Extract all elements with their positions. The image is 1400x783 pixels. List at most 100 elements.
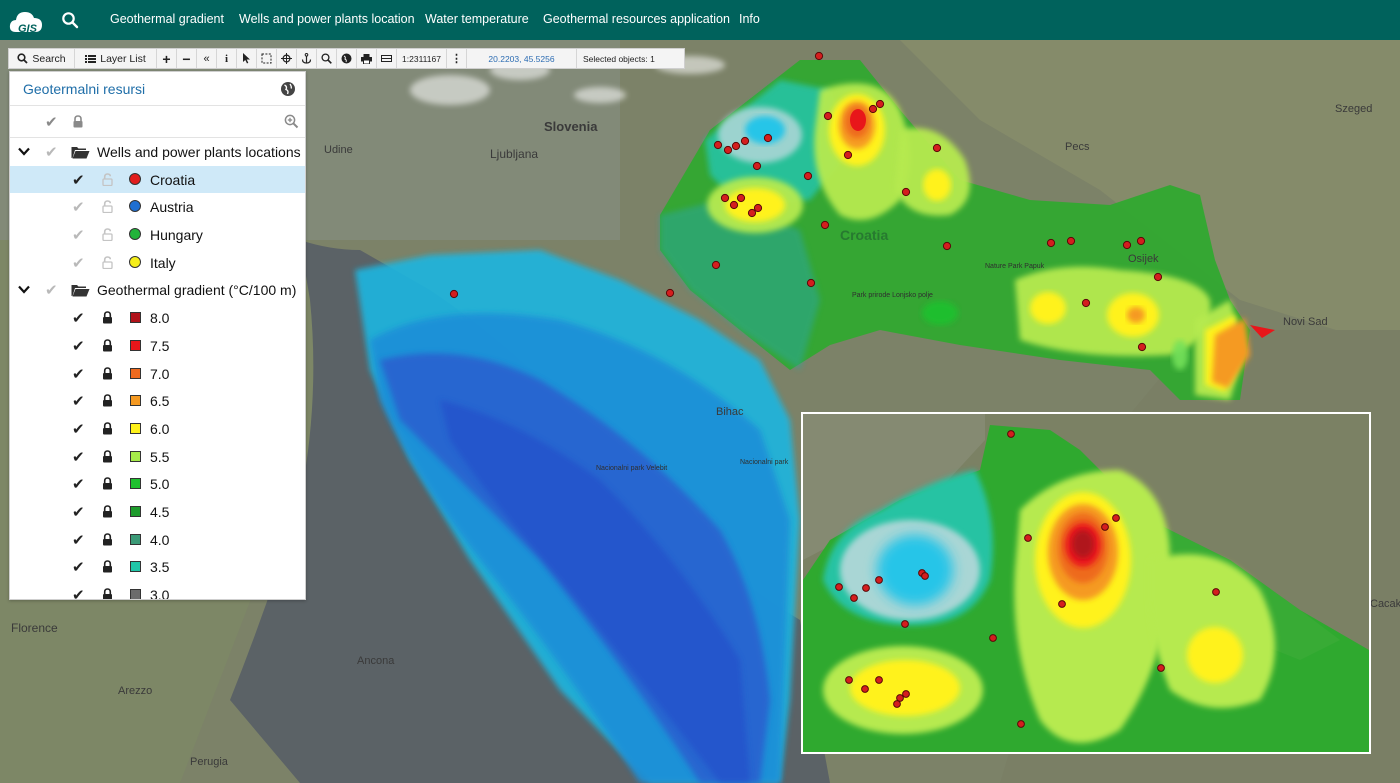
lock-icon[interactable] [102, 477, 113, 493]
visibility-check-icon[interactable]: ✔ [72, 533, 85, 548]
lock-all-icon[interactable] [72, 115, 84, 128]
visibility-check-icon[interactable]: ✔ [72, 311, 85, 326]
lock-icon[interactable] [102, 394, 113, 410]
zoom-out-button[interactable]: − [177, 49, 197, 68]
logo-text: GIS [18, 23, 37, 35]
layer-item-label: 5.0 [150, 476, 170, 493]
chevron-down-icon[interactable] [18, 285, 30, 295]
nav-water-temperature[interactable]: Water temperature [425, 12, 529, 26]
anchor-button[interactable] [297, 49, 317, 68]
label-arezzo: Arezzo [118, 685, 152, 697]
inset-zoom-map[interactable] [801, 412, 1371, 754]
label-croatia: Croatia [840, 227, 888, 243]
lock-icon[interactable] [102, 339, 113, 355]
measure-button[interactable] [377, 49, 397, 68]
label-park-papuk: Nature Park Papuk [985, 263, 1045, 270]
layer-item-label: 5.5 [150, 448, 170, 465]
lock-icon[interactable] [102, 505, 113, 521]
gis-logo[interactable]: GIS [8, 6, 44, 36]
visibility-check-icon[interactable]: ✔ [72, 422, 85, 437]
globe-icon[interactable] [280, 81, 296, 97]
group-visibility-check-icon[interactable]: ✔ [45, 283, 58, 298]
layer-item-5-5[interactable]: ✔ 5.5 [10, 443, 305, 471]
layer-item-3-5[interactable]: ✔ 3.5 [10, 553, 305, 581]
lock-icon[interactable] [102, 422, 113, 438]
collapse-button[interactable]: « [197, 49, 217, 68]
layer-item-austria[interactable]: ✔ Austria [10, 193, 305, 221]
layer-item-5-0[interactable]: ✔ 5.0 [10, 470, 305, 498]
visibility-check-icon[interactable]: ✔ [72, 256, 85, 271]
layer-item-7-0[interactable]: ✔ 7.0 [10, 360, 305, 388]
layer-item-label: 7.0 [150, 365, 170, 382]
layer-item-7-5[interactable]: ✔ 7.5 [10, 332, 305, 360]
more-options-button[interactable]: ⋮ [447, 49, 467, 68]
nav-info[interactable]: Info [739, 12, 760, 26]
group-visibility-check-icon[interactable]: ✔ [45, 145, 58, 160]
layer-group-wells[interactable]: ✔ Wells and power plants locations [10, 138, 305, 166]
lock-icon[interactable] [102, 366, 113, 383]
label-velebit: Nacionalni park Velebit [596, 465, 667, 472]
visibility-check-icon[interactable]: ✔ [72, 339, 85, 354]
label-osijek: Osijek [1128, 253, 1159, 265]
basemap-button[interactable] [337, 49, 357, 68]
visibility-check-icon[interactable]: ✔ [72, 394, 85, 409]
layer-item-hungary[interactable]: ✔ Hungary [10, 221, 305, 249]
unlock-icon[interactable] [102, 172, 113, 189]
locate-button[interactable] [277, 49, 297, 68]
layer-item-label: Austria [150, 199, 194, 216]
print-button[interactable] [357, 49, 377, 68]
unlock-icon[interactable] [102, 200, 113, 216]
layer-item-croatia[interactable]: ✔ Croatia [10, 165, 305, 194]
coordinates-readout: 20.2203, 45.5256 [467, 49, 577, 68]
chevron-down-icon[interactable] [18, 147, 30, 156]
toggle-all-visibility-icon[interactable]: ✔ [45, 115, 58, 130]
select-pointer-button[interactable] [237, 49, 257, 68]
zoom-in-button[interactable]: + [157, 49, 177, 68]
zoom-extent-button[interactable] [317, 49, 337, 68]
layer-item-4-5[interactable]: ✔ 4.5 [10, 498, 305, 526]
visibility-check-icon[interactable]: ✔ [72, 560, 85, 575]
lock-icon[interactable] [102, 449, 113, 466]
nav-wells-power-plants[interactable]: Wells and power plants location [239, 12, 415, 26]
unlock-icon[interactable] [102, 255, 113, 272]
nav-geothermal-gradient[interactable]: Geothermal gradient [110, 12, 224, 26]
legend-dot [129, 255, 141, 268]
unlock-icon[interactable] [102, 228, 113, 244]
layer-group-gradient[interactable]: ✔ Geothermal gradient (°C/100 m) [10, 276, 305, 304]
layer-list-button[interactable]: Layer List [75, 49, 157, 68]
list-icon [85, 54, 97, 63]
layer-item-6-0[interactable]: ✔ 6.0 [10, 415, 305, 443]
layer-item-8-0[interactable]: ✔ 8.0 [10, 304, 305, 332]
visibility-check-icon[interactable]: ✔ [72, 477, 85, 492]
visibility-check-icon[interactable]: ✔ [72, 588, 85, 599]
legend-swatch [130, 450, 141, 462]
visibility-check-icon[interactable]: ✔ [72, 367, 85, 382]
visibility-check-icon[interactable]: ✔ [72, 505, 85, 520]
zoom-to-layer-icon[interactable] [284, 114, 299, 129]
label-florence: Florence [11, 621, 58, 635]
layer-list-label: Layer List [100, 52, 146, 65]
search-tool-button[interactable]: Search [9, 49, 75, 68]
layer-item-italy[interactable]: ✔ Italy [10, 249, 305, 277]
lock-icon[interactable] [102, 532, 113, 549]
layer-item-4-0[interactable]: ✔ 4.0 [10, 526, 305, 554]
layer-item-label: 6.0 [150, 420, 170, 437]
identify-button[interactable]: i [217, 49, 237, 68]
lock-icon[interactable] [102, 588, 113, 599]
visibility-check-icon[interactable]: ✔ [72, 200, 85, 215]
layer-item-3-0[interactable]: ✔ 3.0 [10, 581, 305, 599]
box-select-button[interactable] [257, 49, 277, 68]
search-icon[interactable] [61, 11, 79, 29]
lock-icon[interactable] [102, 560, 113, 576]
layer-item-6-5[interactable]: ✔ 6.5 [10, 387, 305, 415]
lock-icon[interactable] [102, 311, 113, 327]
nav-geothermal-resources-application[interactable]: Geothermal resources application [543, 12, 730, 26]
visibility-check-icon[interactable]: ✔ [72, 450, 85, 465]
visibility-check-icon[interactable]: ✔ [72, 228, 85, 243]
layer-item-label: 4.0 [150, 531, 170, 548]
layer-item-label: Italy [150, 254, 176, 271]
plus-icon: + [162, 50, 171, 67]
ruler-icon [381, 55, 392, 62]
visibility-check-icon[interactable]: ✔ [72, 173, 85, 188]
layer-group-label: Wells and power plants locations [97, 144, 301, 160]
